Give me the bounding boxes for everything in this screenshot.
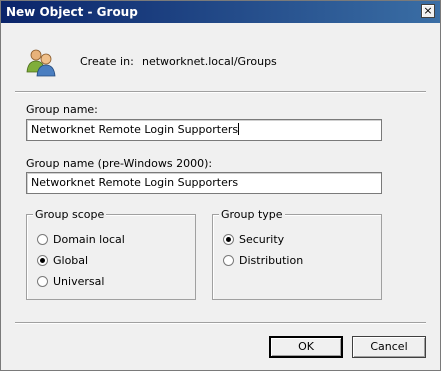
group-name-pre2000-input[interactable]: Networknet Remote Login Supporters [26,172,382,194]
scope-domain-local-label: Domain local [53,233,125,246]
scope-universal-option[interactable]: Universal [37,275,104,288]
type-distribution-option[interactable]: Distribution [223,254,303,267]
scope-global-option[interactable]: Global [37,254,88,267]
close-icon: × [423,4,433,17]
group-name-pre2000-label: Group name (pre-Windows 2000): [26,157,213,170]
new-object-group-dialog: New Object - Group × Create in: networkn… [0,0,441,371]
group-type-box: Group type Security Distribution [212,208,382,300]
ok-button[interactable]: OK [269,336,343,358]
type-distribution-label: Distribution [239,254,304,267]
group-scope-title: Group scope [33,208,107,221]
radio-domain-local[interactable] [37,234,48,245]
group-scope-box: Group scope Domain local Global Universa… [26,208,196,300]
title-bar[interactable]: New Object - Group × [1,1,440,23]
type-security-option[interactable]: Security [223,233,284,246]
radio-security[interactable] [223,234,234,245]
cancel-button[interactable]: Cancel [352,336,426,358]
create-in-path: networknet.local/Groups [142,55,277,68]
radio-global[interactable] [37,255,48,266]
radio-universal[interactable] [37,276,48,287]
group-name-value: Networknet Remote Login Supporters [31,123,239,136]
create-in-label: Create in: [80,55,134,68]
scope-universal-label: Universal [53,275,105,288]
scope-domain-local-option[interactable]: Domain local [37,233,125,246]
group-name-pre2000-value: Networknet Remote Login Supporters [31,176,239,189]
group-type-title: Group type [219,208,285,221]
scope-global-label: Global [53,254,89,267]
group-name-input[interactable]: Networknet Remote Login Supporters [26,119,382,141]
bottom-separator [15,322,426,324]
radio-distribution[interactable] [223,255,234,266]
type-security-label: Security [239,233,285,246]
group-name-label: Group name: [26,103,98,116]
close-button[interactable]: × [421,4,435,18]
top-separator [15,91,426,93]
window-title: New Object - Group [6,5,138,19]
group-users-icon [26,49,56,77]
text-caret [238,123,240,135]
